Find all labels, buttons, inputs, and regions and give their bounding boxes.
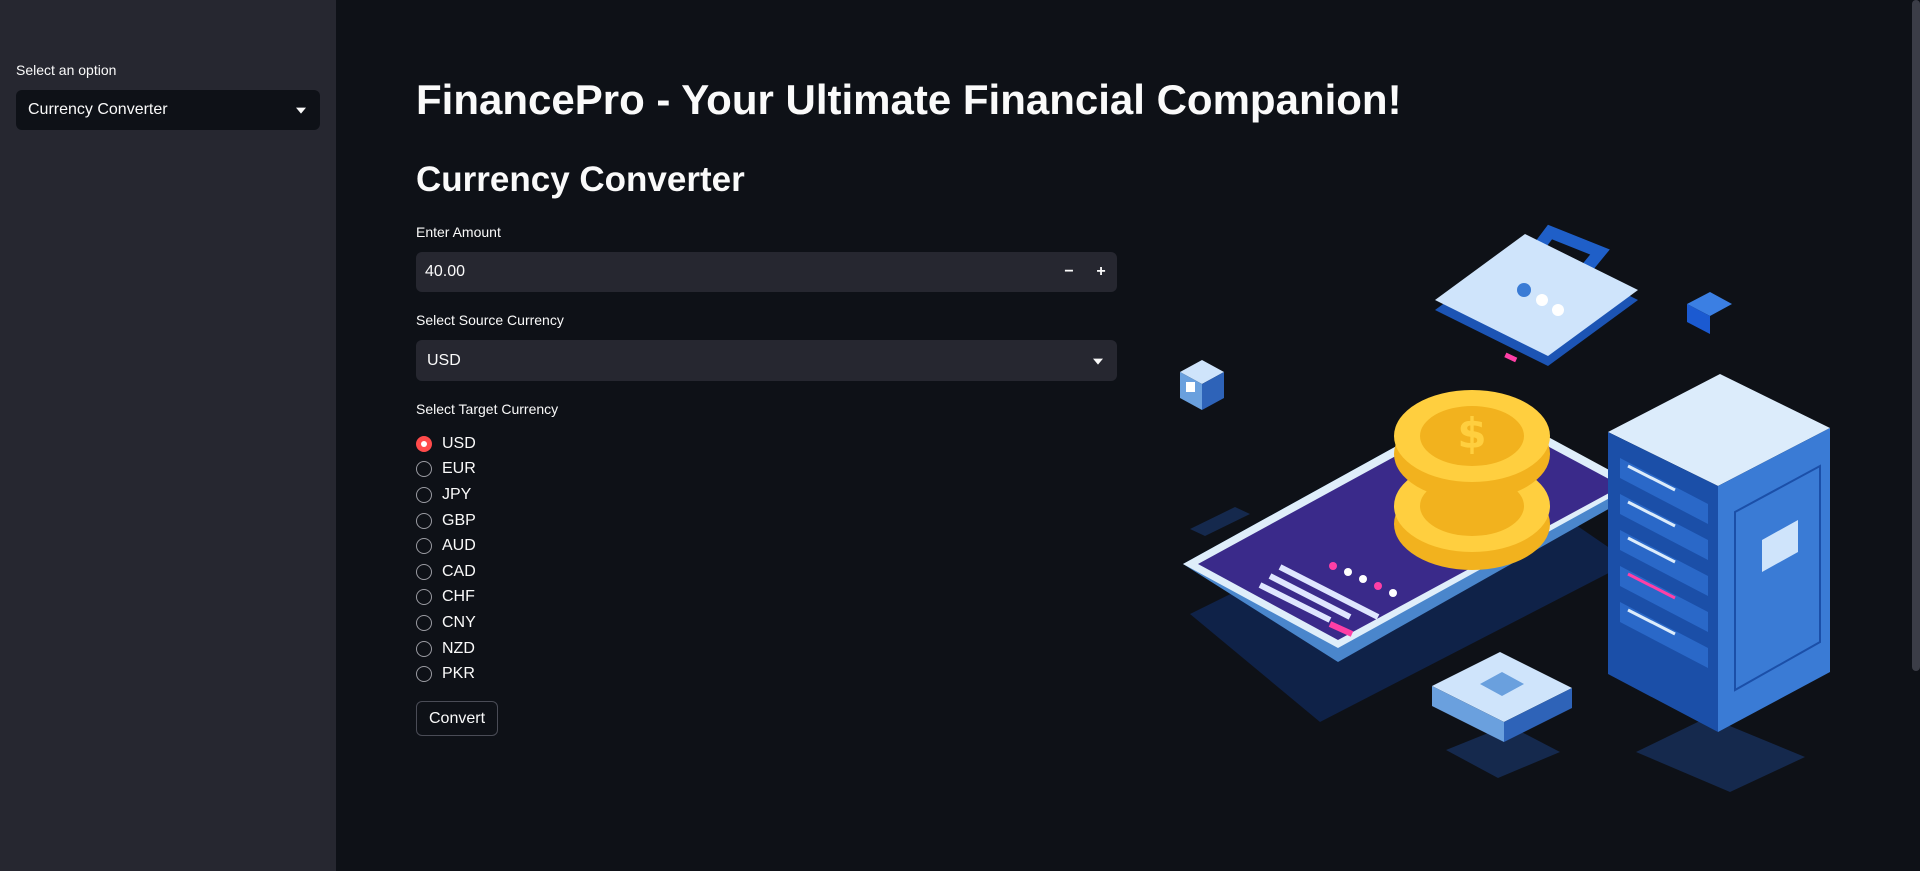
target-currency-radio-group: USD EUR JPY GBP AUD CAD CHF CNY NZD PKR — [416, 431, 476, 687]
screen-dot — [1374, 582, 1382, 590]
radio-button[interactable] — [416, 666, 432, 683]
cube-mark — [1186, 382, 1195, 392]
radio-option-chf[interactable]: CHF — [416, 585, 476, 611]
decrement-button[interactable]: − — [1053, 252, 1085, 292]
source-currency-select[interactable]: USD — [416, 340, 1117, 381]
amount-value[interactable]: 40.00 — [416, 263, 1053, 281]
router-light — [1552, 304, 1564, 316]
amount-input[interactable]: 40.00 − + — [416, 252, 1117, 292]
convert-button[interactable]: Convert — [416, 701, 499, 736]
radio-label: JPY — [442, 485, 472, 503]
radio-option-aud[interactable]: AUD — [416, 533, 476, 559]
section-title: Currency Converter — [416, 160, 745, 199]
radio-button[interactable] — [416, 512, 432, 529]
radio-label: EUR — [442, 460, 476, 478]
dollar-sign-icon: $ — [1457, 409, 1486, 458]
radio-label: USD — [442, 434, 476, 452]
radio-button[interactable] — [416, 614, 432, 631]
amount-label: Enter Amount — [416, 224, 501, 240]
radio-option-cny[interactable]: CNY — [416, 610, 476, 636]
source-currency-label: Select Source Currency — [416, 312, 564, 328]
sidebar: Select an option Currency Converter — [0, 0, 336, 871]
target-currency-label: Select Target Currency — [416, 401, 559, 417]
radio-label: AUD — [442, 537, 476, 555]
chevron-down-icon — [1093, 358, 1103, 365]
radio-label: NZD — [442, 639, 475, 657]
router-top — [1435, 234, 1638, 356]
radio-button[interactable] — [416, 486, 432, 503]
page-scrollbar[interactable] — [1912, 0, 1920, 671]
option-select-value: Currency Converter — [28, 101, 168, 118]
radio-button[interactable] — [416, 640, 432, 657]
finance-illustration: $ — [1180, 224, 1830, 792]
radio-option-gbp[interactable]: GBP — [416, 508, 476, 534]
radio-button[interactable] — [416, 563, 432, 580]
radio-label: CAD — [442, 562, 476, 580]
radio-label: CHF — [442, 588, 475, 606]
chevron-down-icon — [296, 107, 306, 114]
radio-option-nzd[interactable]: NZD — [416, 636, 476, 662]
radio-option-usd[interactable]: USD — [416, 431, 476, 457]
source-currency-value: USD — [427, 351, 461, 369]
page-title: FinancePro - Your Ultimate Financial Com… — [416, 76, 1402, 123]
radio-button[interactable] — [416, 589, 432, 606]
router-led — [1504, 352, 1518, 363]
radio-label: PKR — [442, 665, 475, 683]
screen-dot — [1359, 575, 1367, 583]
radio-label: CNY — [442, 613, 476, 631]
radio-label: GBP — [442, 511, 476, 529]
radio-button[interactable] — [416, 538, 432, 555]
radio-button[interactable] — [416, 461, 432, 478]
screen-dot — [1329, 562, 1337, 570]
option-select[interactable]: Currency Converter — [16, 90, 320, 130]
radio-option-eur[interactable]: EUR — [416, 457, 476, 483]
screen-dot — [1344, 568, 1352, 576]
router-light — [1517, 283, 1531, 297]
increment-button[interactable]: + — [1085, 252, 1117, 292]
shadow-shape — [1190, 507, 1250, 536]
radio-option-cad[interactable]: CAD — [416, 559, 476, 585]
router-light — [1536, 294, 1548, 306]
radio-option-pkr[interactable]: PKR — [416, 661, 476, 687]
radio-button[interactable] — [416, 435, 432, 452]
radio-option-jpy[interactable]: JPY — [416, 482, 476, 508]
sidebar-select-label: Select an option — [16, 62, 117, 78]
screen-dot — [1389, 589, 1397, 597]
